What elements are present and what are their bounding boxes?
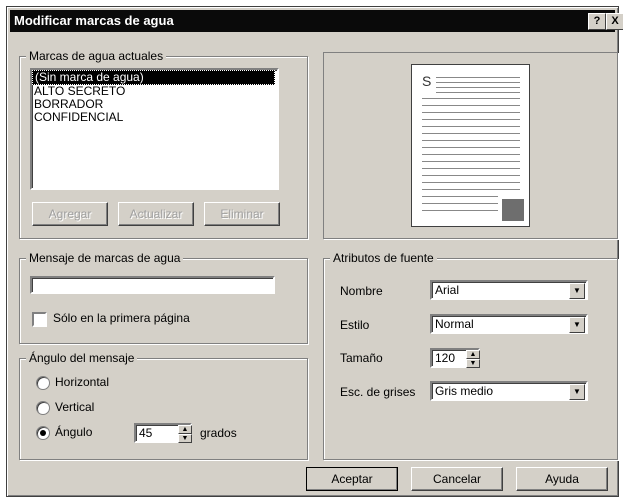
preview-text-line [422, 112, 520, 113]
preview-text-line [436, 92, 520, 93]
grayscale-select[interactable]: Gris medio ▼ [430, 381, 588, 401]
help-title-button[interactable]: ? [588, 13, 606, 30]
angle-label: Ángulo [55, 425, 93, 439]
watermark-preview: S [323, 52, 618, 239]
preview-text-line [422, 182, 520, 183]
preview-text-line [436, 82, 520, 83]
watermark-list[interactable]: (Sin marca de agua) ALTO SECRETO BORRADO… [30, 68, 279, 190]
preview-text-line [422, 140, 520, 141]
angle-unit-label: grados [200, 426, 237, 440]
preview-text-line [422, 105, 520, 106]
font-style-value: Normal [435, 317, 474, 331]
preview-text-line [436, 87, 520, 88]
preview-text-line [422, 119, 520, 120]
font-size-label: Tamaño [340, 351, 383, 365]
current-watermarks-legend: Marcas de agua actuales [26, 49, 167, 63]
preview-page: S [411, 64, 530, 227]
chevron-down-icon[interactable]: ▼ [569, 317, 585, 333]
preview-text-line [422, 161, 520, 162]
first-page-only-label: Sólo en la primera página [53, 311, 190, 325]
vertical-radio[interactable] [36, 401, 50, 415]
preview-text-line [422, 203, 498, 204]
horizontal-radio[interactable] [36, 376, 50, 390]
horizontal-label: Horizontal [55, 375, 110, 389]
font-name-label: Nombre [340, 284, 383, 298]
preview-text-line [422, 126, 520, 127]
angle-spin-down-icon[interactable]: ▼ [178, 434, 192, 443]
preview-watermark-glyph: S [422, 73, 432, 89]
preview-text-line [422, 196, 498, 197]
title-bar[interactable]: Modificar marcas de agua ? X [10, 10, 623, 32]
watermark-list-item[interactable]: (Sin marca de agua) [32, 70, 275, 85]
preview-text-line [422, 210, 498, 211]
chevron-down-icon[interactable]: ▼ [569, 283, 585, 299]
font-style-select[interactable]: Normal ▼ [430, 314, 588, 334]
help-button[interactable]: Ayuda [516, 467, 608, 491]
cancel-button[interactable]: Cancelar [411, 467, 503, 491]
current-watermarks-group: Marcas de agua actuales (Sin marca de ag… [19, 49, 308, 239]
first-page-only-checkbox[interactable] [32, 312, 47, 327]
watermark-message-input[interactable] [30, 276, 275, 294]
watermark-list-item[interactable]: CONFIDENCIAL [32, 111, 277, 124]
font-name-select[interactable]: Arial ▼ [430, 280, 588, 300]
font-attributes-legend: Atributos de fuente [330, 251, 437, 265]
update-button[interactable]: Actualizar [118, 202, 194, 226]
radio-selected-dot [40, 430, 46, 436]
preview-text-line [422, 98, 520, 99]
preview-text-line [422, 147, 520, 148]
size-spin-down-icon[interactable]: ▼ [466, 359, 480, 368]
close-title-button[interactable]: X [606, 13, 623, 30]
chevron-down-icon[interactable]: ▼ [569, 384, 585, 400]
message-angle-legend: Ángulo del mensaje [26, 351, 138, 365]
angle-spin-up-icon[interactable]: ▲ [178, 425, 192, 434]
font-style-label: Estilo [340, 318, 370, 332]
size-spin-up-icon[interactable]: ▲ [466, 350, 480, 359]
watermark-message-group: Mensaje de marcas de agua Sólo en la pri… [19, 251, 308, 344]
preview-text-line [422, 154, 520, 155]
vertical-label: Vertical [55, 400, 95, 414]
preview-text-line [422, 133, 520, 134]
grayscale-value: Gris medio [435, 384, 494, 398]
add-button[interactable]: Agregar [32, 202, 108, 226]
preview-text-line [436, 77, 520, 78]
dialog-window: Modificar marcas de agua ? X Marcas de a… [6, 6, 623, 497]
dialog-title: Modificar marcas de agua [14, 13, 174, 28]
preview-text-line [422, 168, 520, 169]
preview-watermark-square [502, 199, 524, 221]
watermark-message-legend: Mensaje de marcas de agua [26, 251, 184, 265]
message-angle-group: Ángulo del mensaje Horizontal Vertical Á… [19, 351, 308, 460]
font-name-value: Arial [435, 283, 460, 297]
angle-radio[interactable] [36, 426, 50, 440]
preview-text-line [422, 175, 520, 176]
font-attributes-group: Atributos de fuente Nombre Arial ▼ Estil… [323, 251, 618, 460]
delete-button[interactable]: Eliminar [204, 202, 280, 226]
ok-button[interactable]: Aceptar [306, 467, 398, 491]
preview-text-line [422, 189, 520, 190]
grayscale-label: Esc. de grises [340, 385, 416, 399]
